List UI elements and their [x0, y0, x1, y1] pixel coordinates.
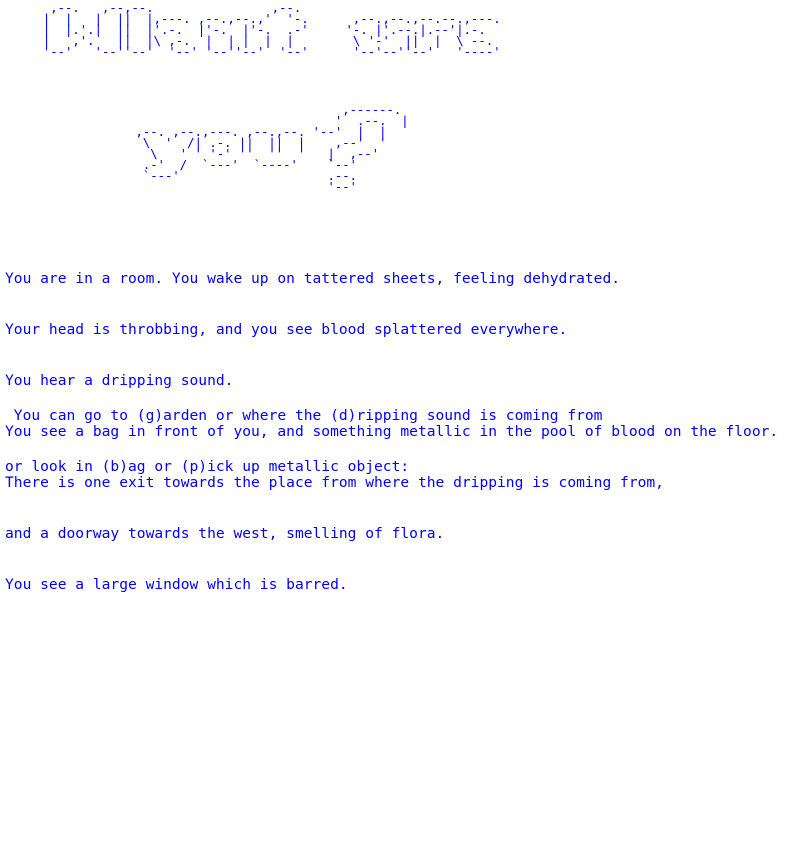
ascii-title-you: ,------. ' .--. | ,--. ,--.,---. ,--.,--… — [135, 102, 409, 194]
prompt-line: or look in (b)ag or (p)ick up metallic o… — [5, 458, 418, 475]
console-window[interactable]: ,--. ,--,--. ,--. | | | || |,---. ,--.,-… — [0, 0, 808, 852]
choice-prompt: You can go to (g)arden or where the (d)r… — [5, 373, 602, 509]
prompt-line: You can go to (g)arden or where the (d)r… — [5, 407, 603, 424]
story-line: and a doorway towards the west, smelling… — [5, 525, 445, 542]
story-line: You are in a room. You wake up on tatter… — [5, 270, 621, 287]
text-input-cursor[interactable] — [418, 459, 419, 473]
story-line: Your head is throbbing, and you see bloo… — [5, 321, 568, 338]
prompt-input-line[interactable]: or look in (b)ag or (p)ick up metallic o… — [5, 458, 602, 475]
story-line: You see a large window which is barred. — [5, 576, 348, 593]
ascii-title-what-are: ,--. ,--,--. ,--. | | | || |,---. ,--.,-… — [42, 0, 501, 59]
